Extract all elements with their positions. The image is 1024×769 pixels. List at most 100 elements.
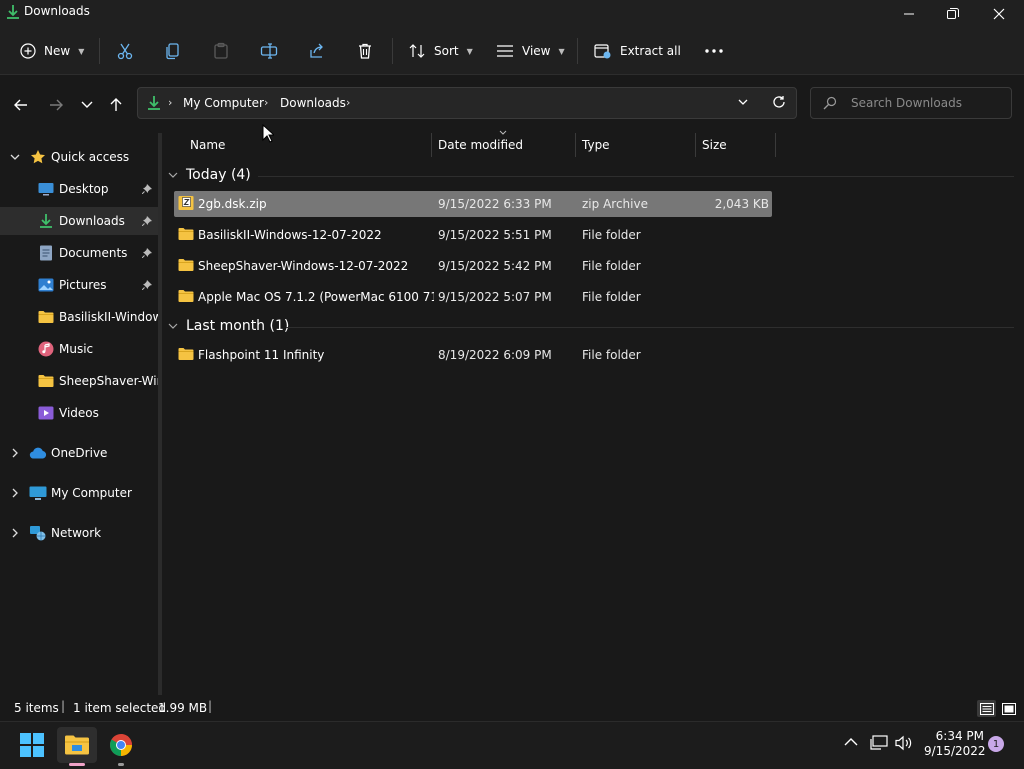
sort-button[interactable]: Sort ▼ [408, 36, 473, 66]
refresh-button[interactable] [772, 95, 786, 109]
sidebar-item-label: Network [51, 526, 102, 540]
tiles-view-button[interactable] [999, 700, 1018, 717]
trash-icon [359, 43, 371, 59]
sidebar-item-sheepshaver[interactable]: SheepShaver-Windows [0, 367, 158, 395]
file-row[interactable]: Apple Mac OS 7.1.2 (PowerMac 6100 710...… [174, 284, 772, 310]
group-header-last-month[interactable]: Last month (1) [168, 316, 289, 336]
plus-circle-icon [20, 43, 36, 59]
sidebar-item-label: Videos [59, 406, 99, 420]
rename-icon [260, 43, 278, 59]
group-header-today[interactable]: Today (4) [168, 165, 251, 185]
details-view-button[interactable] [977, 700, 996, 717]
chevron-down-icon [81, 101, 93, 108]
file-type: File folder [582, 290, 641, 304]
folder-icon [178, 347, 194, 361]
sidebar-item-basiliskii[interactable]: BasiliskII-Windows [0, 303, 158, 331]
folder-icon [37, 372, 55, 390]
column-header-name[interactable]: Name [190, 133, 430, 157]
sidebar-item-downloads[interactable]: Downloads [0, 207, 158, 235]
minimize-button[interactable] [886, 0, 932, 28]
delete-button[interactable] [356, 36, 374, 66]
chevron-right-icon[interactable] [6, 484, 24, 502]
start-button[interactable] [12, 727, 52, 763]
paste-button[interactable] [212, 36, 230, 66]
sidebar-item-label: Quick access [51, 150, 130, 164]
network-status-icon[interactable] [870, 735, 888, 751]
back-button[interactable] [9, 93, 33, 117]
sidebar-item-my-computer[interactable]: My Computer [0, 479, 158, 507]
folder-icon [178, 258, 194, 272]
sidebar-item-pictures[interactable]: Pictures [0, 271, 158, 299]
sidebar-item-onedrive[interactable]: OneDrive [0, 439, 158, 467]
search-box[interactable] [810, 87, 1012, 119]
title-bar: Downloads [0, 0, 1024, 28]
status-bar: 5 items | 1 item selected 1.99 MB | [0, 695, 1024, 721]
file-row[interactable]: BasiliskII-Windows-12-07-2022 9/15/2022 … [174, 222, 772, 248]
sidebar-item-label: OneDrive [51, 446, 108, 460]
extract-all-button[interactable]: Extract all [594, 36, 681, 66]
taskbar: 6:34 PM 9/15/2022 1 [0, 721, 1024, 769]
sidebar-item-documents[interactable]: Documents [0, 239, 158, 267]
column-header-type[interactable]: Type [582, 133, 694, 157]
sidebar-item-network[interactable]: Network [0, 519, 158, 547]
sidebar-item-label: My Computer [51, 486, 132, 500]
breadcrumb-my-computer[interactable]: My Computer [183, 96, 264, 110]
sidebar-item-desktop[interactable]: Desktop [0, 175, 158, 203]
sidebar-item-quick-access[interactable]: Quick access [0, 143, 158, 171]
chevron-right-icon[interactable] [6, 444, 24, 462]
view-button[interactable]: View ▼ [496, 36, 565, 66]
file-row[interactable]: Flashpoint 11 Infinity 8/19/2022 6:09 PM… [174, 342, 772, 368]
file-name: 2gb.dsk.zip [198, 197, 267, 211]
file-name: Apple Mac OS 7.1.2 (PowerMac 6100 710... [198, 290, 434, 304]
pictures-icon [37, 276, 55, 294]
file-date: 9/15/2022 5:07 PM [438, 290, 552, 304]
column-divider[interactable] [775, 133, 776, 157]
chevron-right-icon: › [168, 96, 173, 109]
file-row[interactable]: 2gb.dsk.zip 9/15/2022 6:33 PM zip Archiv… [174, 191, 772, 217]
sidebar-item-videos[interactable]: Videos [0, 399, 158, 427]
column-divider[interactable] [695, 133, 696, 157]
breadcrumb-downloads[interactable]: Downloads [280, 96, 346, 110]
new-button[interactable]: New ▼ [20, 36, 84, 66]
file-row[interactable]: SheepShaver-Windows-12-07-2022 9/15/2022… [174, 253, 772, 279]
restore-button[interactable] [930, 0, 976, 28]
sort-label: Sort [434, 44, 459, 58]
cut-button[interactable] [116, 36, 134, 66]
notification-badge[interactable]: 1 [988, 736, 1004, 752]
column-header-size[interactable]: Size [702, 133, 774, 157]
running-indicator [118, 763, 124, 766]
sidebar-item-music[interactable]: Music [0, 335, 158, 363]
extract-icon [594, 44, 611, 59]
volume-icon[interactable] [895, 735, 913, 751]
taskbar-file-explorer[interactable] [57, 727, 97, 766]
more-options-button[interactable] [704, 36, 724, 66]
clock[interactable]: 6:34 PM 9/15/2022 [924, 729, 986, 759]
address-bar[interactable]: › My Computer › Downloads › [137, 87, 797, 119]
file-name: SheepShaver-Windows-12-07-2022 [198, 259, 409, 273]
new-label: New [44, 44, 71, 58]
taskbar-chrome[interactable] [101, 727, 141, 766]
share-button[interactable] [308, 36, 326, 66]
address-history-button[interactable] [738, 99, 748, 106]
column-header-date-modified[interactable]: Date modified [438, 133, 574, 157]
file-type: zip Archive [582, 197, 648, 211]
chevron-right-icon[interactable] [6, 524, 24, 542]
column-divider[interactable] [431, 133, 432, 157]
file-date: 9/15/2022 5:51 PM [438, 228, 552, 242]
zip-archive-icon [178, 195, 194, 211]
close-button[interactable] [976, 0, 1022, 28]
arrow-left-icon [14, 99, 27, 111]
search-input[interactable] [851, 96, 1001, 110]
copy-button[interactable] [164, 36, 182, 66]
mouse-cursor-icon [262, 124, 274, 143]
chevron-down-icon [738, 99, 748, 105]
show-hidden-icons-button[interactable] [844, 737, 858, 746]
up-button[interactable] [104, 93, 128, 117]
chevron-down-icon [168, 323, 178, 329]
column-divider[interactable] [575, 133, 576, 157]
chevron-down-icon[interactable] [6, 148, 24, 166]
item-count: 5 items [14, 701, 59, 715]
recent-locations-button[interactable] [75, 93, 99, 117]
rename-button[interactable] [260, 36, 278, 66]
forward-button[interactable] [44, 93, 68, 117]
